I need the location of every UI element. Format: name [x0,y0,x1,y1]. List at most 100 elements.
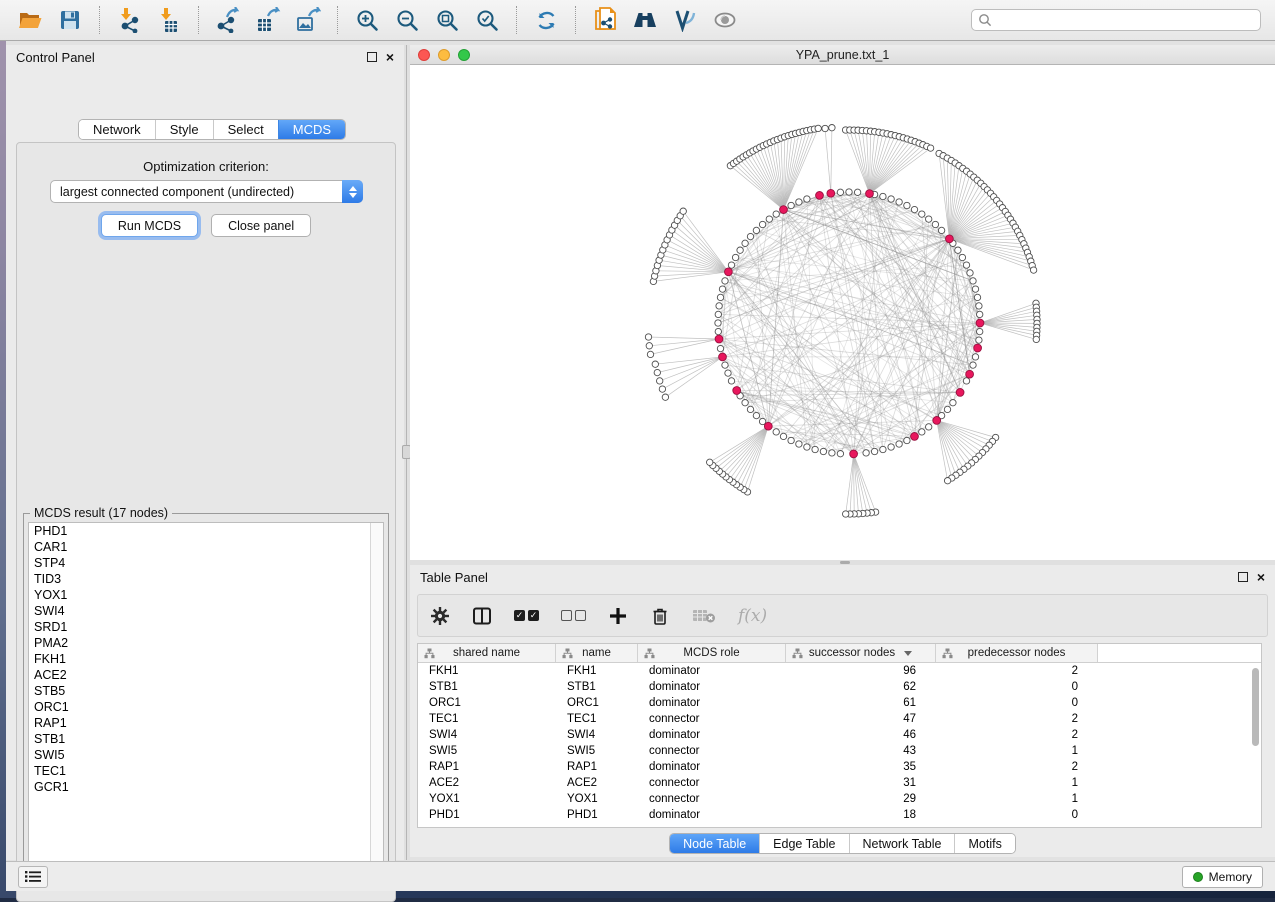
share-document-icon[interactable] [588,4,622,36]
mcds-result-item[interactable]: YOX1 [29,587,383,603]
zoom-selected-icon[interactable] [470,4,504,36]
table-row[interactable]: RAP1RAP1dominator352 [418,759,1261,775]
table-cell: 96 [786,665,936,677]
mcds-result-item[interactable]: ACE2 [29,667,383,683]
table-cell: 1 [936,777,1098,789]
tab-network[interactable]: Network [79,120,155,139]
mcds-result-item[interactable]: ORC1 [29,699,383,715]
mcds-result-item[interactable]: PMA2 [29,635,383,651]
refresh-icon[interactable] [529,4,563,36]
tab-network-table[interactable]: Network Table [849,834,955,853]
tab-style[interactable]: Style [155,120,213,139]
mcds-result-item[interactable]: TID3 [29,571,383,587]
select-all-icon[interactable]: ✓✓ [514,610,539,621]
table-cell: YOX1 [556,793,638,805]
search-field[interactable] [971,9,1261,31]
table-row[interactable]: STB1STB1dominator620 [418,679,1261,695]
save-icon[interactable] [53,4,87,36]
export-table-icon[interactable] [251,4,285,36]
open-file-icon[interactable] [13,4,47,36]
tab-node-table[interactable]: Node Table [670,834,759,853]
apply-function-icon[interactable]: f(x) [738,606,767,626]
export-network-icon[interactable] [211,4,245,36]
mcds-result-item[interactable]: STB5 [29,683,383,699]
import-table-icon[interactable] [152,4,186,36]
table-cell: ACE2 [418,777,556,789]
table-cell: 47 [786,713,936,725]
table-scrollbar[interactable] [1252,668,1259,746]
tab-motifs[interactable]: Motifs [954,834,1014,853]
close-panel-icon[interactable]: × [386,52,394,62]
table-cell: TEC1 [556,713,638,725]
table-row[interactable]: YOX1YOX1connector291 [418,791,1261,807]
eye-icon[interactable] [708,4,742,36]
delete-column-icon[interactable] [650,606,670,626]
vizmapper-icon[interactable] [668,4,702,36]
column-header-MCDS-role[interactable]: MCDS role [638,644,786,662]
table-cell: RAP1 [556,761,638,773]
table-cell: connector [638,713,786,725]
mcds-list-scrollbar[interactable] [370,523,383,879]
column-header-shared-name[interactable]: shared name [418,644,556,662]
column-header-name[interactable]: name [556,644,638,662]
add-column-icon[interactable] [608,606,628,626]
zoom-in-icon[interactable] [350,4,384,36]
mcds-result-item[interactable]: SRD1 [29,619,383,635]
network-graph [410,65,1275,560]
splitter-handle[interactable] [840,561,850,564]
table-cell: SWI4 [556,729,638,741]
toolbar-separator [198,6,199,34]
mcds-result-item[interactable]: TEC1 [29,763,383,779]
mcds-result-item[interactable]: SWI5 [29,747,383,763]
table-cell: ACE2 [556,777,638,789]
table-row[interactable]: TEC1TEC1connector472 [418,711,1261,727]
table-row[interactable]: ORC1ORC1dominator610 [418,695,1261,711]
delete-table-icon[interactable] [692,607,716,625]
mcds-result-item[interactable]: STP4 [29,555,383,571]
table-row[interactable]: ACE2ACE2connector311 [418,775,1261,791]
table-row[interactable]: SWI5SWI5connector431 [418,743,1261,759]
column-label: predecessor nodes [968,647,1066,659]
table-row[interactable]: PHD1PHD1dominator180 [418,807,1261,823]
show-columns-icon[interactable] [472,606,492,626]
mcds-result-item[interactable]: PHD1 [29,523,383,539]
run-mcds-button[interactable]: Run MCDS [101,214,198,237]
table-row[interactable]: FKH1FKH1dominator962 [418,663,1261,679]
import-network-icon[interactable] [112,4,146,36]
table-cell: TEC1 [418,713,556,725]
table-row[interactable]: SWI4SWI4dominator462 [418,727,1261,743]
export-image-icon[interactable] [291,4,325,36]
column-label: successor nodes [809,647,895,659]
tab-edge-table[interactable]: Edge Table [759,834,848,853]
optimization-criterion-select[interactable]: largest connected component (undirected) [50,180,363,203]
float-panel-icon[interactable] [367,52,377,62]
mcds-result-item[interactable]: GCR1 [29,779,383,795]
mcds-result-item[interactable]: STB1 [29,731,383,747]
zoom-fit-icon[interactable] [430,4,464,36]
deselect-all-icon[interactable] [561,610,586,621]
network-canvas[interactable] [410,65,1275,560]
tab-mcds[interactable]: MCDS [278,120,345,139]
column-type-icon [792,648,803,659]
close-panel-icon[interactable]: × [1257,572,1265,582]
mcds-result-item[interactable]: SWI4 [29,603,383,619]
mcds-result-item[interactable]: RAP1 [29,715,383,731]
control-panel-tabs: NetworkStyleSelectMCDS [78,119,346,140]
table-cell: STB1 [418,681,556,693]
mcds-result-item[interactable]: CAR1 [29,539,383,555]
task-history-icon[interactable] [18,866,48,888]
column-header-predecessor-nodes[interactable]: predecessor nodes [936,644,1098,662]
column-header-successor-nodes[interactable]: successor nodes [786,644,936,662]
tab-select[interactable]: Select [213,120,278,139]
memory-label: Memory [1209,870,1252,884]
mcds-result-item[interactable]: FKH1 [29,651,383,667]
find-binoculars-icon[interactable] [628,4,662,36]
node-table[interactable]: shared namenameMCDS role successor nodes p… [417,643,1262,828]
table-settings-icon[interactable] [430,606,450,626]
close-panel-button[interactable]: Close panel [211,214,311,237]
float-panel-icon[interactable] [1238,572,1248,582]
toolbar-separator [516,6,517,34]
search-input[interactable] [992,13,1254,27]
zoom-out-icon[interactable] [390,4,424,36]
memory-button[interactable]: Memory [1182,866,1263,888]
